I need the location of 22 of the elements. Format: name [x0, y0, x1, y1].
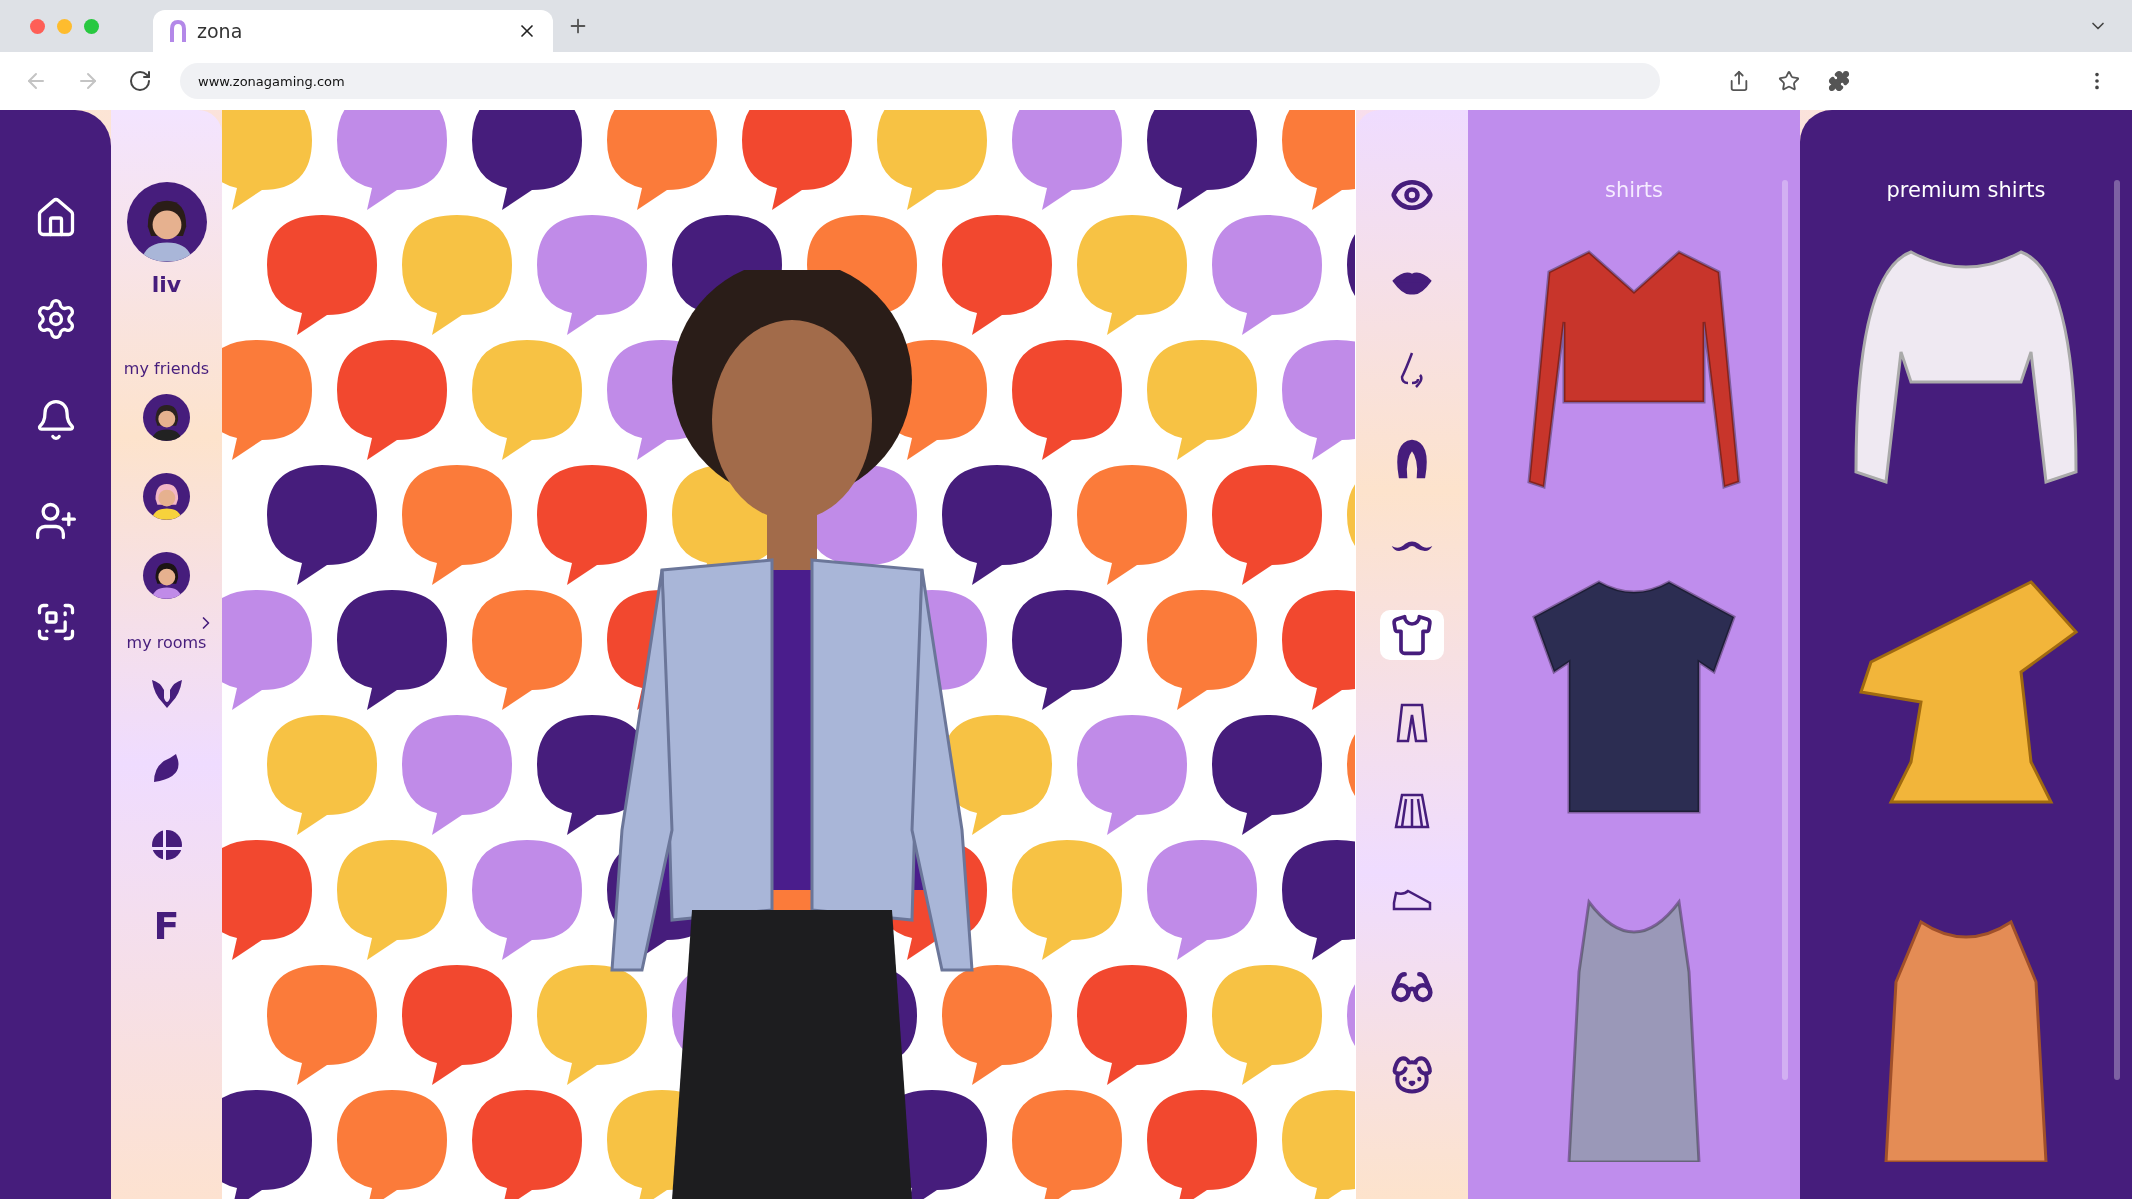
- section-label: my rooms: [126, 633, 207, 652]
- panel-title: premium shirts: [1886, 178, 2046, 202]
- panel-title: shirts: [1605, 178, 1663, 202]
- split-circle-icon[interactable]: [149, 828, 184, 862]
- arch-logo-icon: [169, 20, 187, 42]
- room-logo[interactable]: F: [153, 904, 180, 948]
- puzzle-icon[interactable]: [1828, 70, 1850, 92]
- share-icon[interactable]: [1728, 70, 1750, 92]
- friend-avatar[interactable]: [143, 394, 190, 441]
- reload-icon[interactable]: [128, 69, 152, 93]
- friend-avatar[interactable]: [143, 473, 190, 520]
- star-icon[interactable]: [1778, 70, 1800, 92]
- category-button[interactable]: [1380, 610, 1444, 660]
- tab-title: zona: [197, 20, 244, 42]
- shirt-icon: [1390, 613, 1434, 657]
- profile-name: liv: [151, 272, 182, 297]
- scrollbar[interactable]: [2114, 180, 2120, 1080]
- scrollbar[interactable]: [1782, 180, 1788, 1080]
- address-bar[interactable]: www.zonagaming.com: [180, 63, 1660, 99]
- section-label: my friends: [123, 359, 210, 378]
- friend-avatar[interactable]: [143, 552, 190, 599]
- browser-tab[interactable]: zona: [153, 10, 553, 52]
